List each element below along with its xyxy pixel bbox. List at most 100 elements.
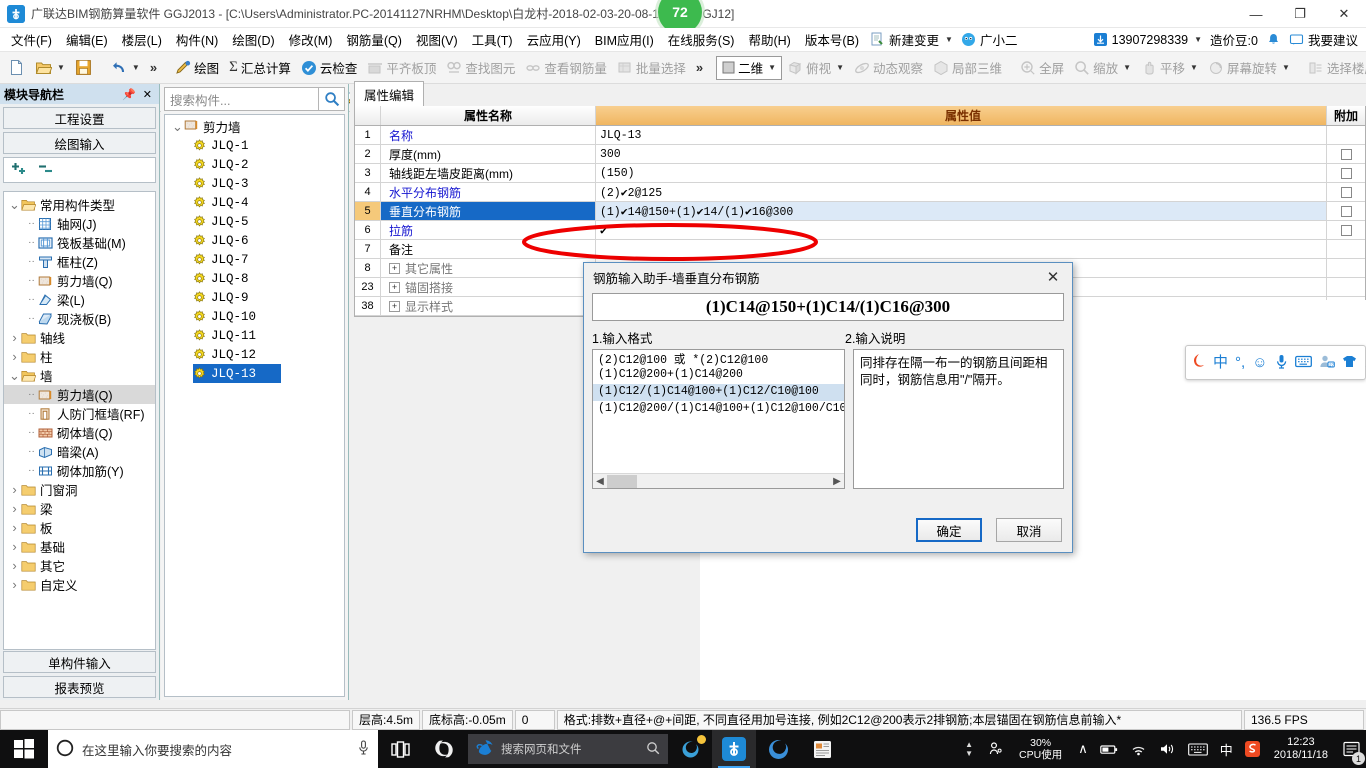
- format-example-item[interactable]: (1)C12@200+(1)C14@200: [593, 367, 844, 384]
- microphone-icon[interactable]: [357, 739, 370, 759]
- chevron-right-icon[interactable]: ›: [8, 501, 21, 516]
- scroll-left-icon[interactable]: ◀: [593, 476, 607, 487]
- format-example-list[interactable]: (2)C12@100 或 *(2)C12@100 (1)C12@200+(1)C1…: [592, 349, 845, 489]
- property-row-value[interactable]: [596, 240, 1327, 258]
- chevron-down-icon[interactable]: ▼: [132, 63, 140, 72]
- nav-tree-item[interactable]: ·· 砌体墙(Q): [4, 423, 155, 442]
- format-example-item[interactable]: (1)C12/(1)C14@100+(1)C12/C10@100: [593, 384, 844, 401]
- close-icon[interactable]: ✕: [140, 88, 155, 101]
- nav-tree-item[interactable]: ·· 人防门框墙(RF): [4, 404, 155, 423]
- menu-component[interactable]: 构件(N): [169, 27, 225, 52]
- drawing-input-button[interactable]: 绘图输入: [3, 132, 156, 154]
- property-row-value[interactable]: ✔: [596, 221, 1327, 239]
- search-button[interactable]: [319, 87, 345, 111]
- module-tree[interactable]: ⌄ 常用构件类型 ·· 轴网(J) ·· 筏板基础(M) ·· 框柱(Z) ·· 剪力墙(Q) ··…: [3, 191, 156, 650]
- property-row[interactable]: 1 名称 JLQ-13: [355, 126, 1365, 145]
- component-list-item[interactable]: JLQ-7: [165, 250, 344, 269]
- extra-checkbox[interactable]: [1340, 186, 1352, 198]
- nav-tree-item[interactable]: › 柱: [4, 347, 155, 366]
- chevron-right-icon[interactable]: ›: [8, 482, 21, 497]
- component-list-item[interactable]: JLQ-1: [165, 136, 344, 155]
- nav-tree-item[interactable]: › 其它: [4, 556, 155, 575]
- dialog-close-button[interactable]: ✕: [1034, 264, 1072, 290]
- chinese-mode-icon[interactable]: 中: [1213, 355, 1228, 370]
- sogou-icon[interactable]: [422, 730, 466, 768]
- punctuation-icon[interactable]: °,: [1235, 355, 1245, 370]
- keyboard-icon[interactable]: [1294, 355, 1312, 371]
- nav-tree-item[interactable]: › 基础: [4, 537, 155, 556]
- component-list-item[interactable]: JLQ-4: [165, 193, 344, 212]
- expand-icon[interactable]: +: [389, 262, 400, 274]
- component-list-item[interactable]: JLQ-8: [165, 269, 344, 288]
- extra-checkbox[interactable]: [1340, 167, 1352, 179]
- nav-tree-item[interactable]: › 梁: [4, 499, 155, 518]
- chevron-right-icon[interactable]: ›: [8, 520, 21, 535]
- menu-help[interactable]: 帮助(H): [741, 27, 797, 52]
- ie-search-box[interactable]: 搜索网页和文件: [468, 734, 668, 764]
- chevron-up-icon[interactable]: ∧: [1072, 741, 1094, 757]
- menu-rebar[interactable]: 钢筋量(Q): [339, 27, 409, 52]
- clock[interactable]: 12:23 2018/11/18: [1266, 736, 1336, 762]
- component-list-item[interactable]: JLQ-5: [165, 212, 344, 231]
- component-root[interactable]: ⌄ 剪力墙: [165, 117, 344, 136]
- property-row[interactable]: 2 厚度(mm) 300: [355, 145, 1365, 164]
- scroll-right-icon[interactable]: ▶: [830, 476, 844, 487]
- task-view-button[interactable]: [378, 730, 422, 768]
- draw-button[interactable]: 绘图: [170, 56, 224, 80]
- chevron-right-icon[interactable]: ›: [8, 558, 21, 573]
- two-d-button[interactable]: 二维 ▼: [716, 55, 783, 80]
- volume-icon[interactable]: [1153, 742, 1182, 756]
- chevron-down-icon[interactable]: ▼: [57, 63, 65, 72]
- nav-tree-item[interactable]: › 轴线: [4, 328, 155, 347]
- nav-tree-item[interactable]: ·· 砌体加筋(Y): [4, 461, 155, 480]
- format-example-item[interactable]: (2)C12@100 或 *(2)C12@100: [593, 350, 844, 367]
- assistant-button[interactable]: 广小二: [957, 30, 1022, 49]
- project-settings-button[interactable]: 工程设置: [3, 107, 156, 129]
- component-list-item[interactable]: JLQ-3: [165, 174, 344, 193]
- property-row-extra[interactable]: [1327, 145, 1365, 163]
- user-icon[interactable]: 27: [1319, 354, 1335, 372]
- expand-icon[interactable]: +: [389, 300, 400, 312]
- minimize-button[interactable]: —: [1234, 0, 1278, 28]
- menu-tools[interactable]: 工具(T): [465, 27, 520, 52]
- nav-tree-item[interactable]: ·· 剪力墙(Q): [4, 385, 155, 404]
- cloud-check-button[interactable]: 云检查: [296, 56, 363, 80]
- nav-tree-item[interactable]: ⌄ 墙: [4, 366, 155, 385]
- nav-tree-item[interactable]: › 板: [4, 518, 155, 537]
- nav-tree-item[interactable]: ·· 轴网(J): [4, 214, 155, 233]
- menu-file[interactable]: 文件(F): [4, 27, 59, 52]
- toolbar-overflow-icon[interactable]: »: [145, 60, 162, 75]
- property-row[interactable]: 4 水平分布钢筋 (2)✔2@125: [355, 183, 1365, 202]
- nav-tree-item[interactable]: ·· 暗梁(A): [4, 442, 155, 461]
- rebar-expression-input[interactable]: (1)C14@150+(1)C14/(1)C16@300: [592, 293, 1064, 321]
- save-button[interactable]: [70, 56, 97, 80]
- component-list-item[interactable]: JLQ-10: [165, 307, 344, 326]
- keyboard-icon[interactable]: [1182, 742, 1214, 756]
- nav-tree-item[interactable]: ·· 现浇板(B): [4, 309, 155, 328]
- expand-icon[interactable]: +: [389, 281, 400, 293]
- cpu-usage-indicator[interactable]: 30% CPU使用: [1009, 737, 1072, 761]
- notification-center-button[interactable]: 1: [1336, 730, 1366, 768]
- ok-button[interactable]: 确定: [916, 518, 982, 542]
- rebar-input-assistant-dialog[interactable]: 钢筋输入助手-墙垂直分布钢筋 ✕ (1)C14@150+(1)C14/(1)C1…: [583, 262, 1073, 553]
- component-list-item[interactable]: JLQ-9: [165, 288, 344, 307]
- menu-online[interactable]: 在线服务(S): [661, 27, 742, 52]
- property-row-value[interactable]: JLQ-13: [596, 126, 1327, 144]
- property-row[interactable]: 5 垂直分布钢筋 (1)✔14@150+(1)✔14/(1)✔16@300: [355, 202, 1365, 221]
- start-button[interactable]: [0, 730, 48, 768]
- property-row-extra[interactable]: [1327, 183, 1365, 201]
- document-app-icon[interactable]: [800, 730, 844, 768]
- undo-button[interactable]: ▼: [105, 56, 145, 80]
- coin-balance[interactable]: 造价豆:0: [1206, 30, 1262, 49]
- summary-calc-button[interactable]: Σ 汇总计算: [224, 56, 296, 80]
- menu-edit[interactable]: 编辑(E): [59, 27, 115, 52]
- open-file-button[interactable]: ▼: [30, 56, 70, 80]
- scrollbar-thumb[interactable]: [607, 474, 637, 488]
- nav-tree-item[interactable]: › 自定义: [4, 575, 155, 594]
- ime-language-indicator[interactable]: 中: [1214, 740, 1239, 759]
- menu-floor[interactable]: 楼层(L): [115, 27, 169, 52]
- chevron-down-icon[interactable]: ▼: [1194, 35, 1202, 44]
- emoji-icon[interactable]: ☺: [1252, 355, 1267, 370]
- property-row[interactable]: 3 轴线距左墙皮距离(mm) (150): [355, 164, 1365, 183]
- chevron-down-icon[interactable]: ▼: [768, 63, 776, 72]
